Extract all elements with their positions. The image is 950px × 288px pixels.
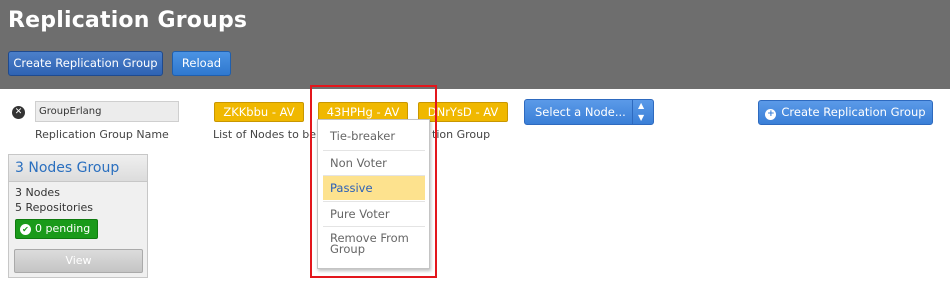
page-title: Replication Groups	[8, 8, 248, 33]
reload-button[interactable]: Reload	[172, 51, 231, 76]
select-divider	[632, 100, 633, 124]
select-node-label: Select a Node...	[535, 105, 626, 119]
plus-circle-icon: +	[765, 109, 777, 120]
select-node-dropdown[interactable]: Select a Node... ▲ ▼	[524, 99, 654, 125]
updown-arrows-icon: ▲ ▼	[638, 101, 645, 122]
view-button[interactable]: View	[14, 249, 143, 273]
nodes-list-caption: List of Nodes to be	[213, 128, 317, 141]
page-header: Replication Groups Create Replication Gr…	[0, 0, 950, 89]
group-name-input[interactable]: GroupErlang	[35, 101, 179, 122]
nodes-list-caption-tail: tion Group	[432, 128, 491, 141]
group-card-title[interactable]: 3 Nodes Group	[9, 155, 147, 182]
repositories-count: 5 Repositories	[15, 201, 94, 214]
create-replication-group-button-secondary[interactable]: + Create Replication Group	[758, 100, 933, 125]
create-button-label: Create Replication Group	[781, 105, 926, 119]
nodes-count: 3 Nodes	[15, 186, 60, 199]
group-card: 3 Nodes Group 3 Nodes 5 Repositories ✔ 0 …	[8, 154, 148, 278]
create-replication-group-button[interactable]: Create Replication Group	[8, 51, 163, 76]
pending-badge: ✔ 0 pending	[15, 219, 98, 239]
pending-label: 0 pending	[35, 222, 91, 235]
check-circle-icon: ✔	[20, 224, 31, 235]
node-tag[interactable]: ZKKbbu - AV	[214, 102, 304, 122]
group-name-caption: Replication Group Name	[35, 128, 169, 141]
close-circle-icon[interactable]: ✕	[12, 106, 25, 119]
highlight-annotation	[310, 85, 437, 278]
